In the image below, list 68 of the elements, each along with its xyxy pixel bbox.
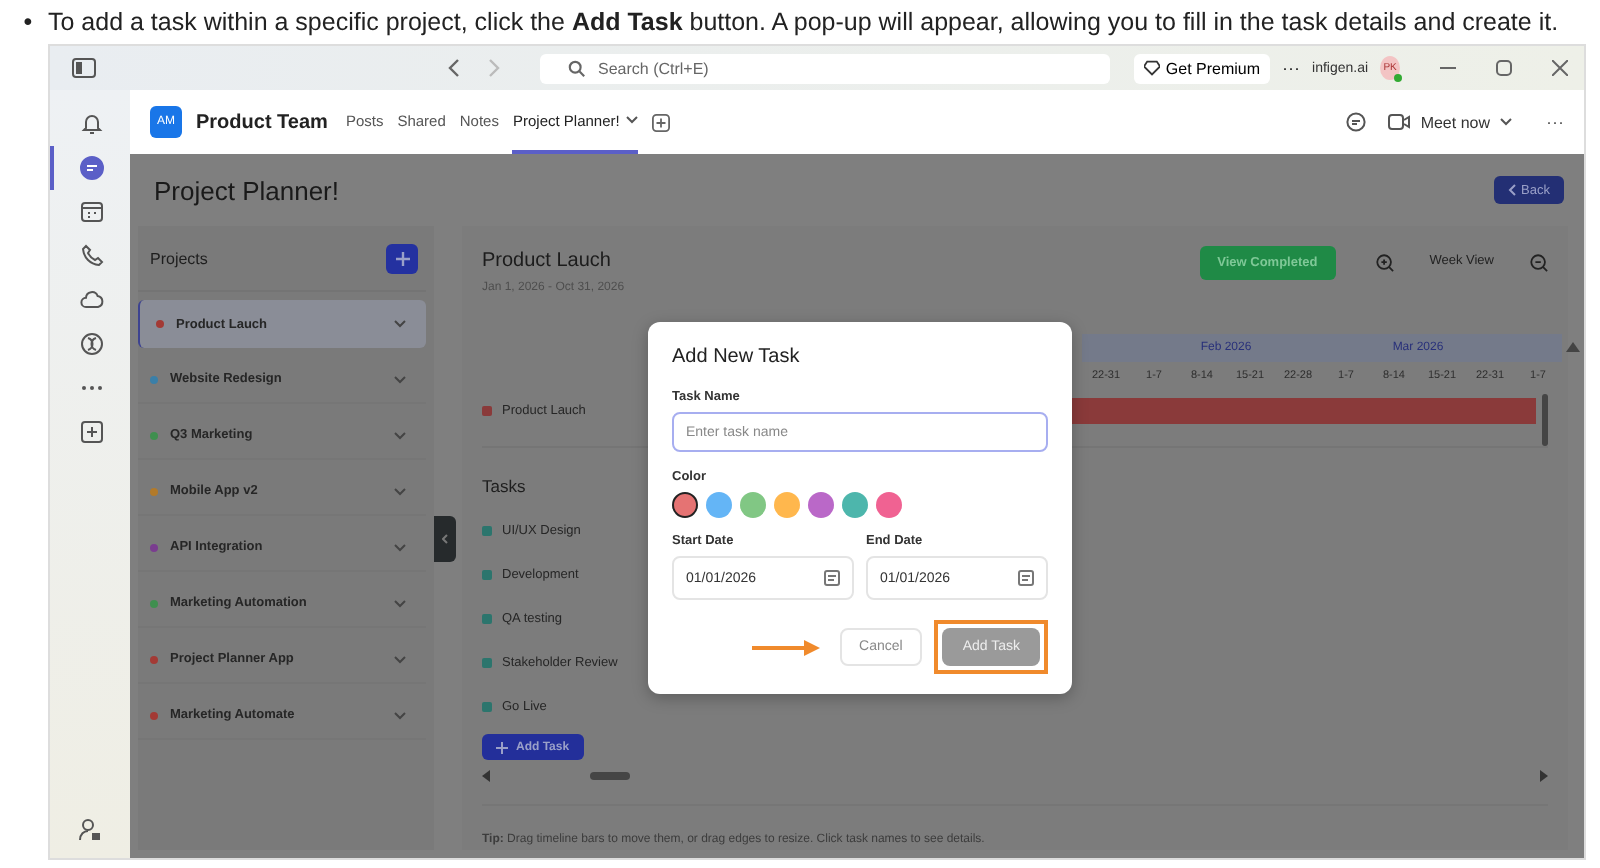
planner-title: Project Planner! <box>154 175 341 205</box>
color-swatch[interactable] <box>740 492 766 518</box>
color-swatch[interactable] <box>774 492 800 518</box>
task-color-square <box>482 569 492 579</box>
more-icon <box>80 384 104 392</box>
chevron-down-icon <box>394 375 406 383</box>
calendar-icon <box>1018 570 1034 586</box>
calendar-icon <box>80 200 104 224</box>
loop-icon <box>80 332 104 356</box>
color-swatch[interactable] <box>842 492 868 518</box>
task-color-square <box>482 657 492 667</box>
task-color-square <box>482 701 492 711</box>
add-project-button[interactable] <box>386 243 418 273</box>
zoom-in-icon[interactable] <box>1375 254 1394 272</box>
vertical-scrollbar[interactable] <box>1542 394 1548 446</box>
projects-heading: Projects <box>150 249 210 267</box>
color-swatch[interactable] <box>808 492 834 518</box>
more-options-button[interactable]: ··· <box>1546 112 1564 132</box>
chevron-down-icon <box>394 431 406 439</box>
chevron-down-icon <box>394 599 406 607</box>
add-icon <box>80 420 104 444</box>
chevron-down-icon <box>394 543 406 551</box>
tasks-heading: Tasks <box>482 476 526 500</box>
calendar-icon <box>824 570 840 586</box>
diamond-icon <box>1143 60 1160 76</box>
search-field[interactable]: Search (Ctrl+E) <box>540 53 1110 83</box>
chevron-down-icon <box>625 116 638 124</box>
status-dot <box>1394 74 1402 82</box>
phone-icon <box>80 244 104 268</box>
scroll-up-arrow-icon[interactable] <box>1566 342 1580 352</box>
collapse-handle[interactable] <box>434 515 456 561</box>
chevron-left-icon <box>1507 184 1516 196</box>
scrollbar-thumb[interactable] <box>590 772 630 780</box>
bullet: • <box>21 8 35 36</box>
video-camera-icon <box>1388 114 1411 130</box>
add-tab-icon[interactable] <box>651 113 670 131</box>
scroll-right-arrow-icon[interactable] <box>1540 770 1548 782</box>
chat-icon[interactable] <box>1346 112 1367 132</box>
close-icon[interactable] <box>1552 60 1568 76</box>
zoom-out-icon[interactable] <box>1530 254 1548 272</box>
scroll-left-arrow-icon[interactable] <box>482 770 490 782</box>
get-premium-button[interactable]: Get Premium <box>1133 53 1271 83</box>
person-icon[interactable] <box>78 818 102 842</box>
team-name: Product Team <box>196 111 328 133</box>
chevron-down-icon <box>394 655 406 663</box>
sidebar-toggle-icon[interactable] <box>72 58 96 78</box>
project-title: Product Lauch <box>482 250 613 272</box>
color-swatch[interactable] <box>672 492 698 518</box>
chevron-down-icon <box>394 711 406 719</box>
chat-icon <box>80 156 104 180</box>
task-color-square <box>482 613 492 623</box>
plus-icon <box>395 251 409 265</box>
chevron-down-icon <box>394 487 406 495</box>
color-swatch[interactable] <box>876 492 902 518</box>
meet-now-button[interactable]: Meet now <box>1380 113 1520 131</box>
task-color-square <box>482 525 492 535</box>
cloud-icon <box>80 288 104 312</box>
bell-icon <box>80 112 104 136</box>
dialog-title: Add New Task <box>672 346 802 368</box>
chevron-down-icon <box>1500 118 1512 126</box>
pointer-arrow <box>751 639 820 655</box>
more-options-button[interactable]: ··· <box>1282 58 1301 78</box>
search-icon <box>568 59 586 77</box>
chevron-down-icon <box>394 320 406 328</box>
color-swatch[interactable] <box>706 492 732 518</box>
instruction-text: To add a task within a specific project, click the Add Task button. A pop-up will appear, allowing you to fill in the task details and create it. <box>48 8 1559 36</box>
restore-icon[interactable] <box>1496 60 1512 76</box>
plus-icon <box>496 741 508 753</box>
